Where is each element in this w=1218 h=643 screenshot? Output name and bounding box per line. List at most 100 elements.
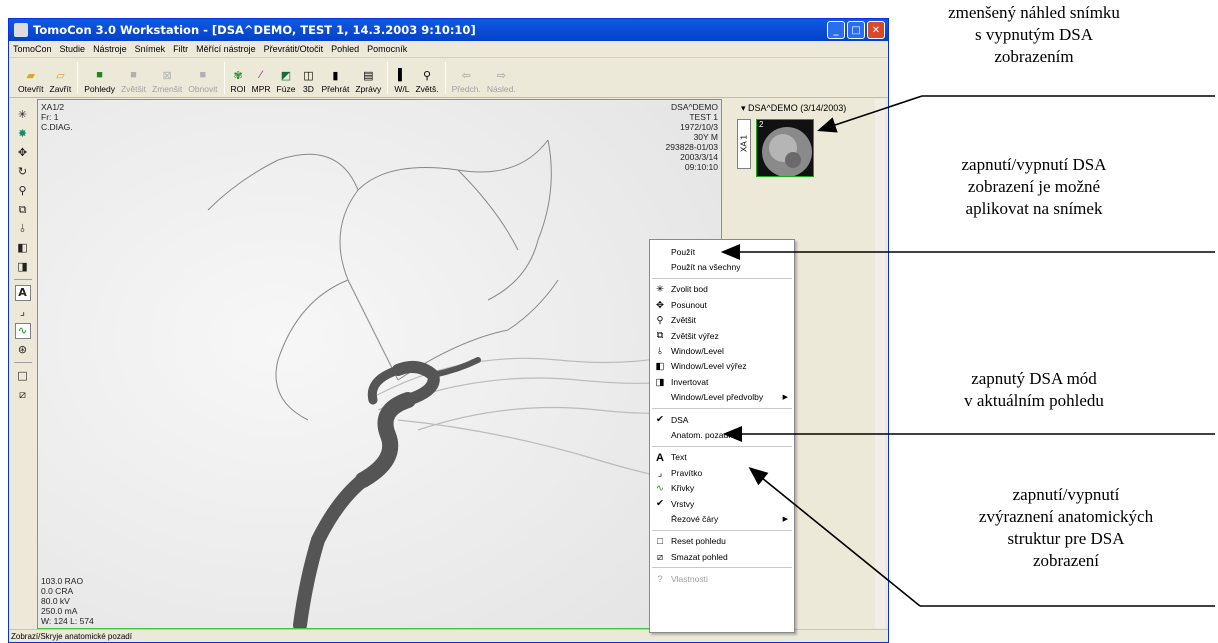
menu-item-zvetsit-vyrez[interactable]: ⧉ Zvětšit výřez [650, 328, 794, 343]
delete-view-icon[interactable]: ⧄ [15, 387, 31, 403]
annotation-line: zapnutí/vypnutí [1012, 485, 1120, 504]
menu-item-invertovat[interactable]: ◨ Invertovat [650, 374, 794, 389]
minimize-view-button[interactable]: ⊠ Zmenšit [152, 68, 182, 95]
overlay-window-level: W: 124 L: 574 [41, 616, 94, 626]
menu-item-label: Posunout [671, 299, 707, 310]
curves-icon[interactable]: ∿ [14, 322, 31, 339]
fusion-label: Fúze [276, 84, 296, 94]
annotation-line: struktur pre DSA [1007, 529, 1125, 548]
study-header[interactable]: ▾ DSA^DEMO (3/14/2003) [741, 103, 846, 114]
toolbar-separator [444, 62, 446, 94]
menu-item-label: Použít na všechny [671, 262, 741, 273]
annotation-line: zapnutí/vypnutí DSA [961, 155, 1107, 174]
menu-filtr[interactable]: Filtr [169, 44, 192, 54]
views-button[interactable]: ■ Pohledy [84, 68, 115, 94]
image-viewport[interactable]: XA1/2 Fr: 1 C.DIAG. DSA^DEMO TEST 1 1972… [37, 99, 722, 629]
fusion-button[interactable]: ◩ Fúze [276, 68, 296, 95]
menu-item-zvolit-bod[interactable]: ✳ Zvolit bod [650, 282, 794, 297]
window-level-button[interactable]: ▌ W/L [394, 68, 409, 94]
overlay-series: XA1/2 [41, 102, 65, 112]
play-button[interactable]: ▮ Přehrát [321, 68, 349, 95]
menu-item-label: Použít [671, 246, 696, 257]
maximize-view-button[interactable]: ■ Zvětšit [121, 68, 146, 94]
annotation-line: zapnutý DSA mód [971, 369, 1097, 388]
menu-item-dsa[interactable]: ✔ DSA [650, 412, 794, 427]
maximize-button[interactable]: □ [847, 21, 865, 39]
menu-item-krivky[interactable]: ∿ Křivky [650, 480, 794, 495]
mpr-button[interactable]: ⁄ MPR [252, 68, 271, 94]
menu-item-window-level[interactable]: ⫰ Window/Level [650, 343, 794, 358]
title-bar[interactable]: TomoCon 3.0 Workstation - [DSA^DEMO, TES… [9, 19, 888, 41]
pan-icon[interactable]: ✥ [15, 145, 31, 161]
thumbnail-image[interactable]: 2 [756, 119, 814, 177]
minimize-button[interactable]: _ [827, 21, 845, 39]
menu-separator [652, 567, 792, 569]
menu-item-window-level-vyrez[interactable]: ◧ Window/Level výřez [650, 359, 794, 374]
left-tool-strip: ✳ ✸ ✥ ↻ ⚲ ⧉ ⫰ ◧ ◨ A ⌟ ∿ ⊛ □ ⧄ [9, 99, 36, 629]
menu-pomocnik[interactable]: Pomocník [363, 44, 411, 54]
menu-item-smazat-pohled[interactable]: ⧄ Smazat pohled [650, 549, 794, 564]
menu-item-posunout[interactable]: ✥ Posunout [650, 297, 794, 312]
menu-separator [652, 445, 792, 447]
window-level-icon[interactable]: ⫰ [15, 221, 31, 237]
open-label: Otevřít [18, 84, 44, 94]
window-level-region-icon: ◧ [655, 361, 665, 373]
zoom-region-icon[interactable]: ⧉ [15, 202, 31, 218]
restore-view-button[interactable]: ■ Obnovit [188, 68, 217, 94]
reports-button[interactable]: ▤ Zprávy [355, 68, 381, 95]
reset-view-icon[interactable]: □ [15, 368, 31, 384]
layers-icon[interactable]: ⊛ [15, 342, 31, 358]
menu-studie[interactable]: Studie [56, 44, 90, 54]
menu-item-vlastnosti[interactable]: ? Vlastnosti [650, 571, 794, 586]
vertical-scrollbar[interactable] [875, 99, 885, 629]
menu-item-text[interactable]: A Text [650, 450, 794, 465]
next-button[interactable]: ⇨ Násled. [486, 68, 516, 95]
annotation-line: zobrazení je možné [967, 177, 1101, 196]
next-arrow-icon: ⇨ [496, 69, 506, 82]
invert-icon[interactable]: ◨ [15, 259, 31, 275]
zoom-button[interactable]: ⚲ Zvětš. [415, 68, 438, 95]
menu-item-label: Window/Level [671, 346, 724, 357]
menu-separator [652, 529, 792, 531]
menu-item-pouzit[interactable]: Použít [650, 244, 794, 259]
menu-item-pouzit-na-vsechny[interactable]: Použít na všechny [650, 259, 794, 274]
prev-button[interactable]: ⇦ Předch. [451, 68, 481, 95]
menu-snimek[interactable]: Snímek [131, 44, 170, 54]
menu-nastroje[interactable]: Nástroje [89, 44, 131, 54]
menu-prevratit-otocit[interactable]: Převrátit/Otočit [260, 44, 328, 54]
menu-item-reset-pohledu[interactable]: □ Reset pohledu [650, 534, 794, 549]
menu-item-window-level-predvolby[interactable]: Window/Level předvolby ▶ [650, 390, 794, 405]
close-study-button[interactable]: ▱ Zavřít [50, 68, 72, 95]
menu-item-zvetsit[interactable]: ⚲ Zvětšit [650, 313, 794, 328]
roi-button[interactable]: ✾ ROI [231, 68, 246, 95]
zoom-icon: ⚲ [422, 69, 432, 82]
overlay-angle-cra: 0.0 CRA [41, 586, 74, 596]
menu-pohled[interactable]: Pohled [327, 44, 363, 54]
menu-item-pravitko[interactable]: ⌟ Pravítko [650, 465, 794, 480]
rotate-icon[interactable]: ↻ [15, 164, 31, 180]
submenu-arrow-icon: ▶ [782, 515, 788, 523]
window-level-region-icon[interactable]: ◧ [15, 240, 31, 256]
3d-button[interactable]: ◫ 3D [301, 68, 315, 95]
text-icon[interactable]: A [14, 284, 31, 301]
open-button[interactable]: ▰ Otevřít [18, 68, 44, 95]
close-button[interactable]: ✕ [867, 21, 885, 39]
menu-item-vrstvy[interactable]: ✔ Vrstvy [650, 496, 794, 511]
menu-tomocon[interactable]: TomoCon [9, 44, 56, 54]
select-point-icon[interactable]: ✳ [15, 107, 31, 123]
menu-item-anatom-pozadi[interactable]: Anatom. pozadí [650, 427, 794, 442]
series-tab[interactable]: XA 1 [737, 119, 751, 169]
menu-item-label: Zvětšit [671, 315, 697, 326]
thumbnail-picture [762, 127, 812, 176]
menu-merici-nastroje[interactable]: Měřící nástroje [192, 44, 260, 54]
zoom-icon[interactable]: ⚲ [15, 183, 31, 199]
annotation-dsa-mode: zapnutý DSA mód v aktuálním pohledu [928, 368, 1140, 412]
ruler-icon[interactable]: ⌟ [15, 304, 31, 320]
menu-item-rezove-cary[interactable]: Řezové čáry ▶ [650, 511, 794, 526]
select-point-color-icon[interactable]: ✸ [15, 126, 31, 142]
menu-bar: TomoCon Studie Nástroje Snímek Filtr Měř… [9, 41, 888, 58]
next-label: Násled. [486, 84, 516, 94]
menu-item-label: Pravítko [671, 467, 703, 478]
prev-label: Předch. [451, 84, 481, 94]
overlay-bottom-left: 103.0 RAO 0.0 CRA 80.0 kV 250.0 mA W: 12… [41, 576, 94, 626]
